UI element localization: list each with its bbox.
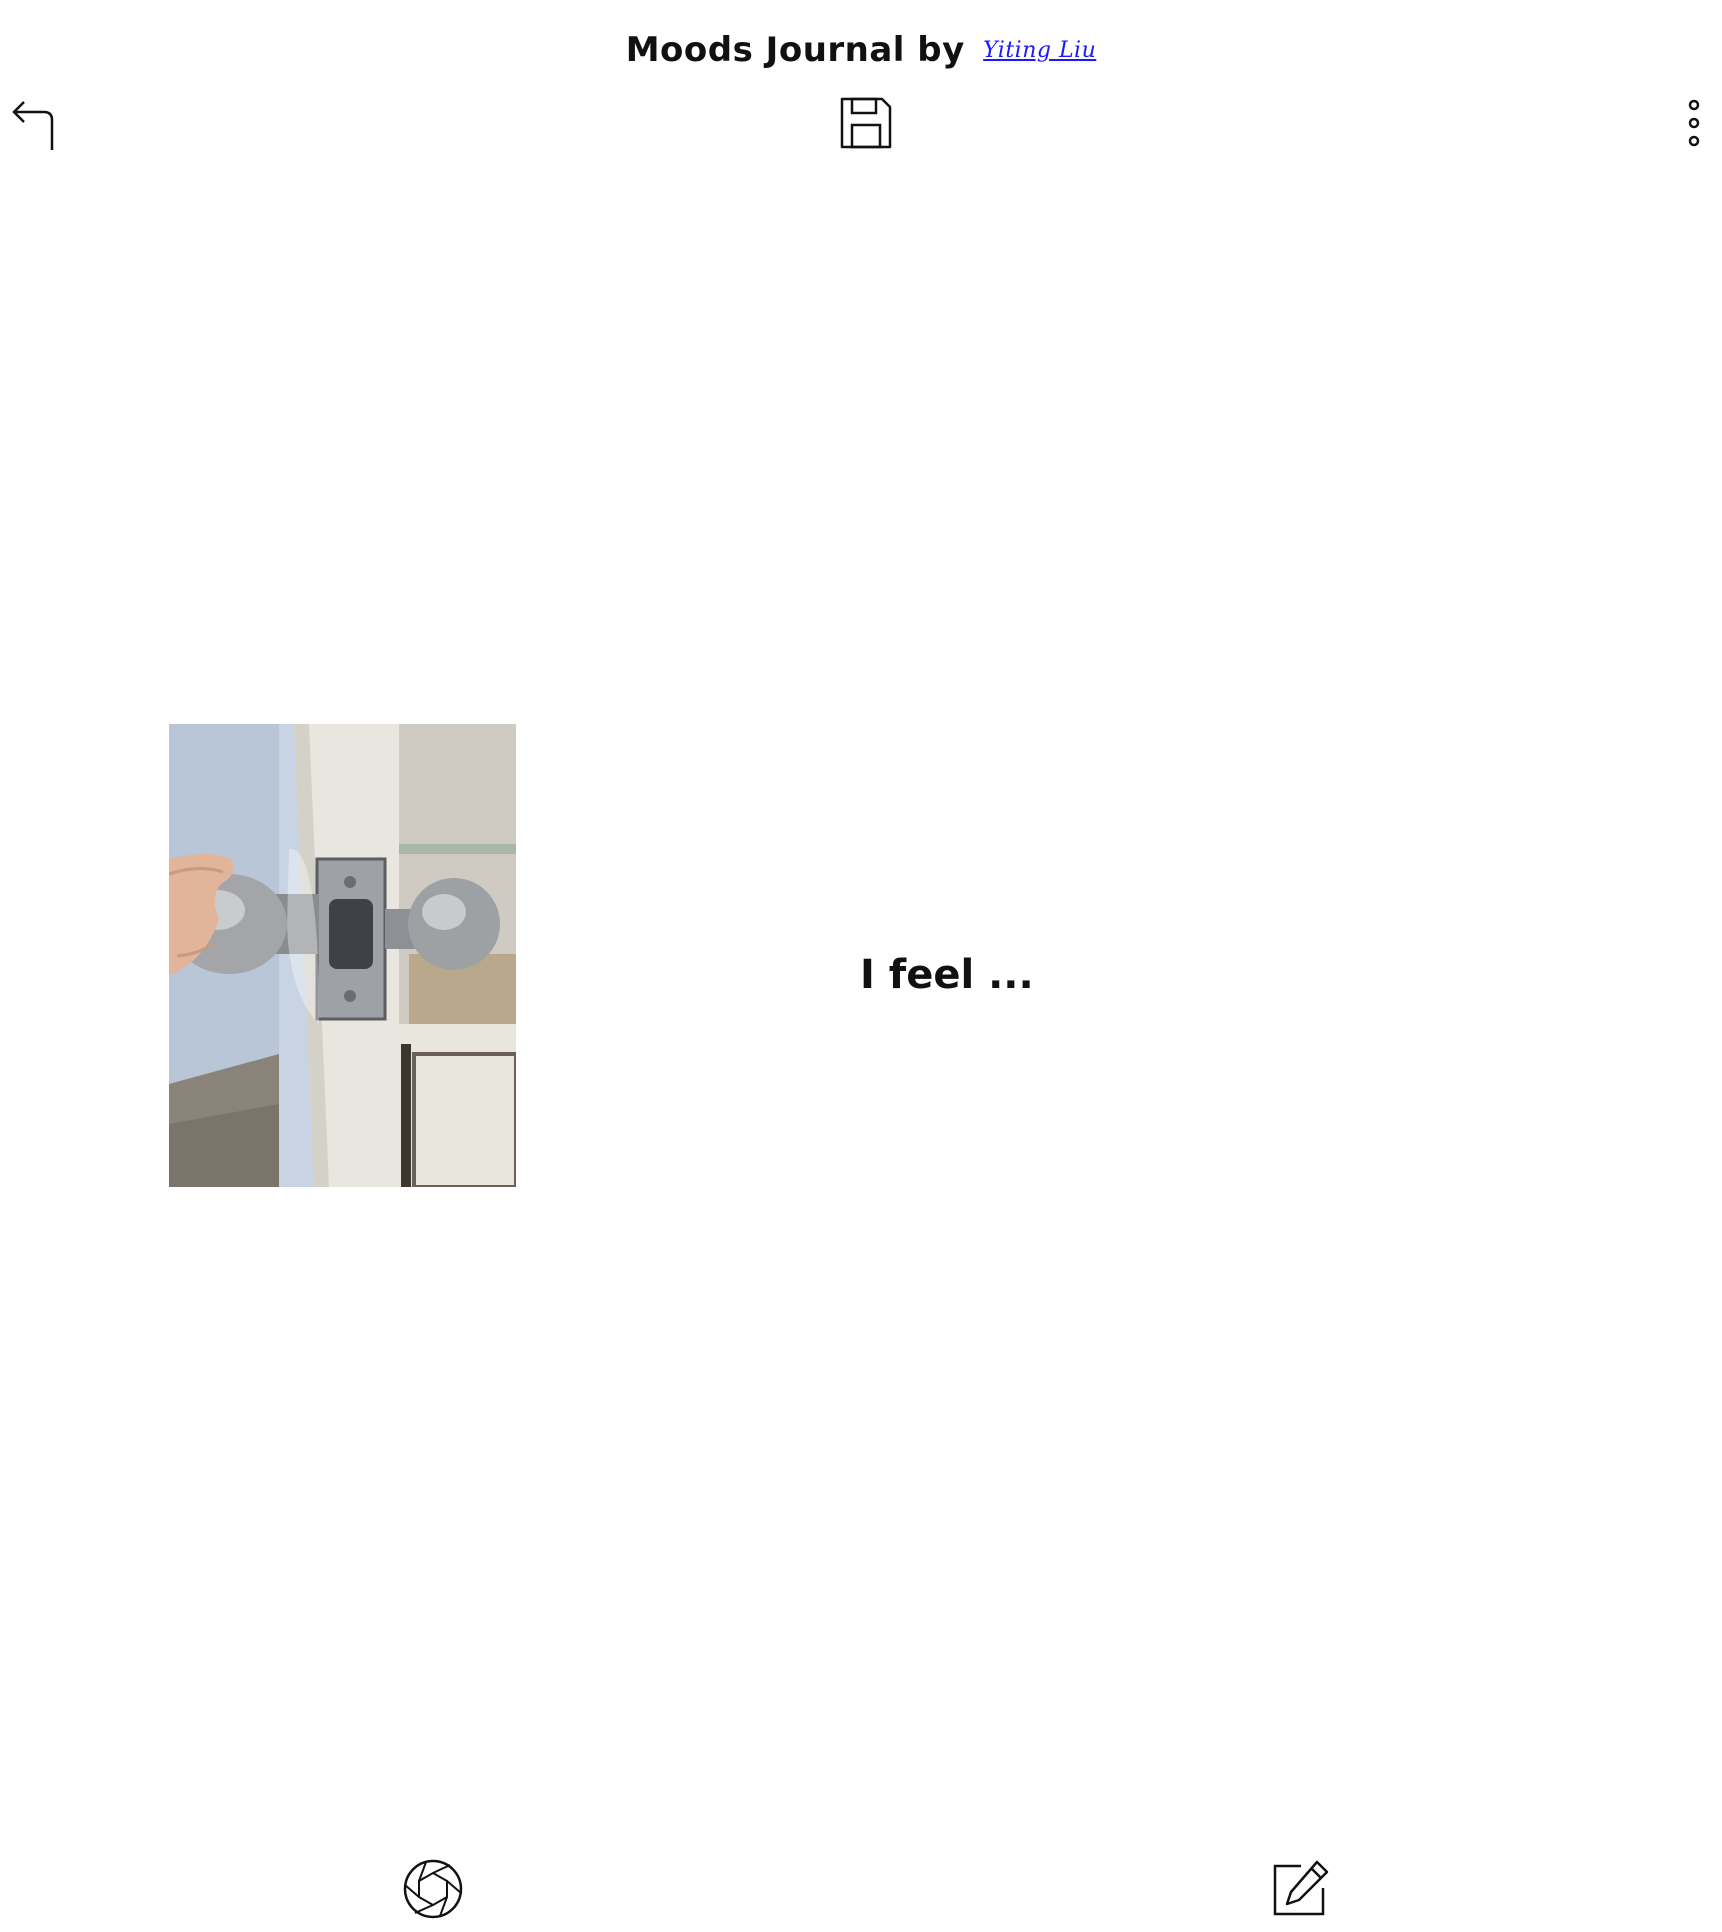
more-menu-button[interactable] [1682, 98, 1706, 148]
floppy-save-icon [838, 95, 894, 151]
mood-prompt-text[interactable]: I feel ... [860, 952, 1180, 998]
camera-button[interactable] [402, 1858, 464, 1920]
camera-aperture-icon [402, 1858, 464, 1920]
edit-button[interactable] [1271, 1858, 1331, 1918]
more-vertical-icon [1682, 98, 1706, 148]
title-text: Moods Journal by [625, 30, 965, 70]
journal-photo[interactable] [169, 724, 516, 1187]
page-title: Moods Journal by Yiting Liu [0, 30, 1722, 70]
save-button[interactable] [838, 95, 894, 151]
moods-journal-page: Moods Journal by Yiting Liu I feel ... [0, 0, 1722, 1932]
back-button[interactable] [8, 96, 60, 154]
author-link[interactable]: Yiting Liu [983, 38, 1096, 63]
edit-note-icon [1271, 1858, 1331, 1918]
back-arrow-icon [8, 96, 60, 154]
